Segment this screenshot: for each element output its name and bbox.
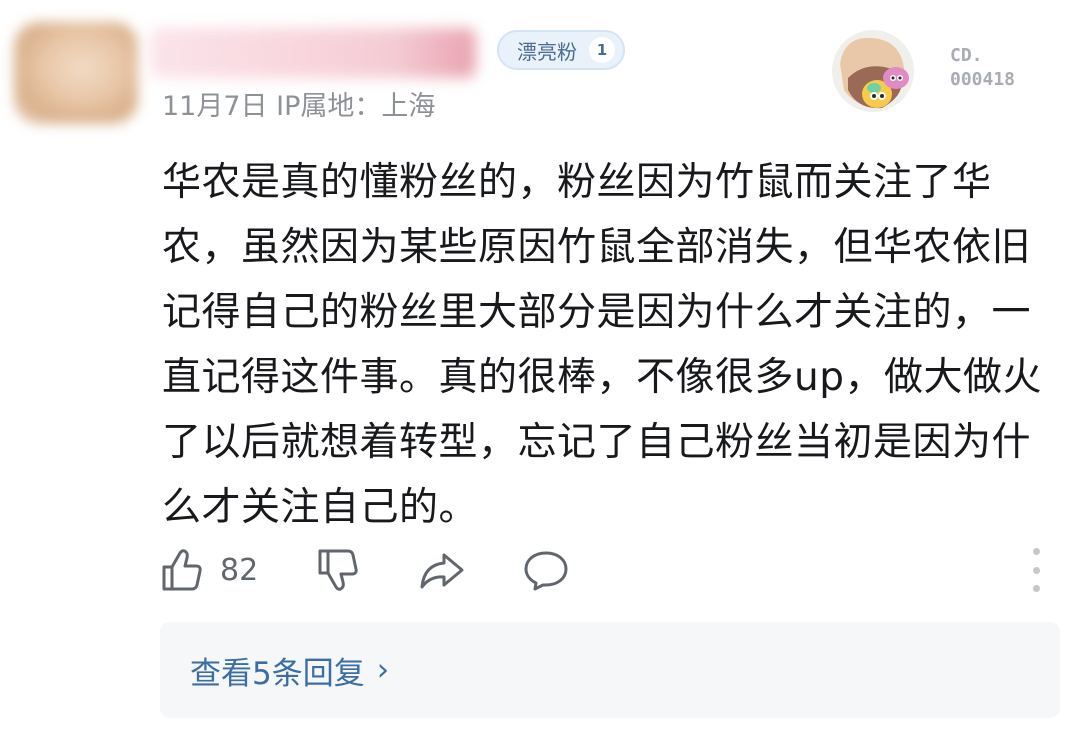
like-button[interactable]: 82 <box>160 545 258 595</box>
avatar[interactable] <box>14 22 138 124</box>
comment-meta: 11月7日 IP属地：上海 <box>162 84 435 123</box>
more-dot <box>1032 548 1040 555</box>
more-dot <box>1032 566 1040 574</box>
decoration-number-prefix: CD. <box>950 45 983 66</box>
comment-actions: 82 <box>160 545 1060 595</box>
share-icon <box>420 553 464 589</box>
thumbs-down-icon <box>318 549 358 591</box>
fan-badge[interactable]: 漂亮粉 1 <box>497 30 625 70</box>
view-replies-label: 查看5条回复 <box>190 655 365 692</box>
more-dot <box>1032 585 1040 592</box>
fan-badge-level: 1 <box>589 37 615 63</box>
fan-badge-label: 漂亮粉 <box>517 39 577 64</box>
dislike-button[interactable] <box>316 545 362 595</box>
more-icon[interactable] <box>1024 548 1048 592</box>
ip-location: IP属地：上海 <box>276 91 436 122</box>
comment-date: 11月7日 <box>162 91 268 122</box>
share-button[interactable] <box>418 545 466 595</box>
view-replies-panel[interactable]: 查看5条回复 › <box>160 622 1060 718</box>
view-replies-link[interactable]: 查看5条回复 › <box>190 622 389 718</box>
cartoon-decoration-icon[interactable] <box>830 28 916 114</box>
chevron-right-icon: › <box>376 652 390 688</box>
decoration-number-value: 000418 <box>950 69 1016 90</box>
username-redacted[interactable] <box>150 28 476 78</box>
reply-icon <box>524 551 568 591</box>
thumbs-up-icon <box>162 549 202 591</box>
like-count: 82 <box>220 552 259 588</box>
decoration-number: CD. 000418 <box>950 44 1050 92</box>
reply-button[interactable] <box>522 545 570 595</box>
comment-text: 华农是真的懂粉丝的，粉丝因为竹鼠而关注了华农，虽然因为某些原因竹鼠全部消失，但华… <box>162 160 1042 530</box>
